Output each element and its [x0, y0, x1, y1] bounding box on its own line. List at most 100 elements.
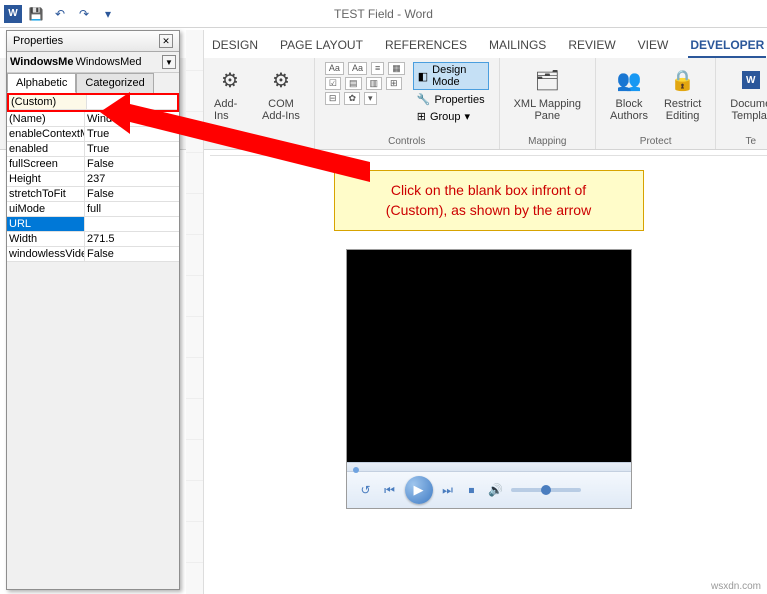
prop-value[interactable]: False — [85, 187, 179, 201]
tab-developer[interactable]: DEVELOPER — [688, 34, 766, 58]
com-addins-button[interactable]: ⚙ COM Add-Ins — [258, 62, 304, 124]
stop-icon[interactable]: ⏹ — [463, 481, 481, 499]
prop-value[interactable]: False — [85, 157, 179, 171]
properties-title: Properties — [13, 35, 63, 47]
watermark: wsxdn.com — [711, 581, 761, 592]
content-controls-row2[interactable]: ☑▤▥⊞ — [325, 77, 405, 90]
property-row[interactable]: fullScreenFalse — [7, 157, 179, 172]
redo-icon[interactable]: ↷ — [74, 4, 94, 24]
group-addins-label: Add-Ins — [240, 134, 274, 147]
object-selector[interactable]: WindowsMe WindowsMed ▼ — [7, 52, 179, 73]
volume-icon[interactable]: 🔊 — [487, 481, 505, 499]
tab-view[interactable]: VIEW — [636, 34, 671, 58]
prop-name: (Name) — [7, 112, 85, 126]
property-grid-highlighted: (Custom) — [7, 93, 179, 112]
addins-label: Add-Ins — [214, 98, 246, 122]
group-icon: ⊞ — [417, 110, 426, 123]
document-template-button[interactable]: W Docume Templat — [726, 62, 767, 124]
group-button[interactable]: ⊞Group ▾ — [413, 109, 489, 124]
property-row-url[interactable]: URL — [7, 217, 179, 232]
callout-line2: (Custom), as shown by the arrow — [351, 201, 627, 221]
prop-value[interactable] — [85, 217, 179, 231]
com-addins-label: COM Add-Ins — [262, 98, 300, 122]
property-row[interactable]: Height237 — [7, 172, 179, 187]
prop-value[interactable]: 237 — [85, 172, 179, 186]
tab-review[interactable]: REVIEW — [566, 34, 617, 58]
prop-name: windowlessVideo — [7, 247, 85, 261]
prop-name: enabled — [7, 142, 85, 156]
block-authors-label: Block Authors — [610, 98, 648, 122]
prop-name: uiMode — [7, 202, 85, 216]
prop-name: Width — [7, 232, 85, 246]
property-row[interactable]: enabledTrue — [7, 142, 179, 157]
chevron-down-icon[interactable]: ▼ — [162, 55, 176, 69]
vertical-ruler — [186, 30, 204, 594]
property-row[interactable]: uiModefull — [7, 202, 179, 217]
volume-slider[interactable] — [511, 488, 581, 492]
prop-value[interactable]: False — [85, 247, 179, 261]
property-grid: (Name)WindowsMedia enableContextMTrue en… — [7, 112, 179, 262]
xml-mapping-button[interactable]: 🗂 XML Mapping Pane — [510, 62, 585, 124]
prop-value[interactable]: True — [85, 127, 179, 141]
property-row[interactable]: (Name)WindowsMedia — [7, 112, 179, 127]
object-type: WindowsMed — [75, 56, 160, 68]
seek-bar[interactable] — [347, 462, 631, 472]
tab-page-layout[interactable]: PAGE LAYOUT — [278, 34, 365, 58]
close-icon[interactable]: ✕ — [159, 34, 173, 48]
next-icon[interactable]: ⏭ — [439, 481, 457, 499]
group-template: W Docume Templat Te — [716, 58, 767, 149]
document-title: TEST Field - Word — [334, 7, 433, 21]
undo-icon[interactable]: ↶ — [50, 4, 70, 24]
media-player-control[interactable]: ↺ ⏮ ▶ ⏭ ⏹ 🔊 — [346, 249, 632, 509]
restrict-editing-icon: 🔒 — [667, 64, 699, 96]
property-row[interactable]: Width271.5 — [7, 232, 179, 247]
restrict-editing-label: Restrict Editing — [664, 98, 701, 122]
qat-dropdown-icon[interactable]: ▾ — [98, 4, 118, 24]
prop-value[interactable] — [87, 95, 177, 109]
prop-name: (Custom) — [9, 95, 87, 109]
tab-mailings[interactable]: MAILINGS — [487, 34, 548, 58]
prop-value[interactable]: WindowsMedia — [85, 112, 179, 126]
restrict-editing-button[interactable]: 🔒 Restrict Editing — [660, 62, 705, 124]
title-bar: W 💾 ↶ ↷ ▾ TEST Field - Word — [0, 0, 767, 28]
tab-alphabetic[interactable]: Alphabetic — [7, 73, 76, 93]
properties-icon: 🔧 — [417, 93, 431, 106]
properties-tabs: Alphabetic Categorized — [7, 73, 179, 93]
property-row[interactable]: enableContextMTrue — [7, 127, 179, 142]
group-btn-label: Group — [430, 111, 461, 123]
prop-name: fullScreen — [7, 157, 85, 171]
block-authors-icon: 👥 — [613, 64, 645, 96]
group-template-label: Te — [745, 134, 756, 147]
addins-icon: ⚙ — [214, 64, 246, 96]
content-controls-row3[interactable]: ⊟✿▾ — [325, 92, 405, 105]
properties-panel: Properties ✕ WindowsMe WindowsMed ▼ Alph… — [6, 30, 180, 590]
prop-value[interactable]: full — [85, 202, 179, 216]
xml-mapping-label: XML Mapping Pane — [514, 98, 581, 122]
content-controls-row1[interactable]: AaAa≡▦ — [325, 62, 405, 75]
design-mode-button[interactable]: ◧Design Mode — [413, 62, 489, 90]
annotation-callout: Click on the blank box infront of (Custo… — [334, 170, 644, 231]
prop-value[interactable]: True — [85, 142, 179, 156]
property-row-custom[interactable]: (Custom) — [9, 95, 177, 110]
play-button[interactable]: ▶ — [405, 476, 433, 504]
video-area — [347, 250, 631, 462]
block-authors-button[interactable]: 👥 Block Authors — [606, 62, 652, 124]
shuffle-icon[interactable]: ↺ — [357, 481, 375, 499]
prop-value[interactable]: 271.5 — [85, 232, 179, 246]
prop-name: Height — [7, 172, 85, 186]
control-properties-button[interactable]: 🔧Properties — [413, 92, 489, 107]
prev-icon[interactable]: ⏮ — [381, 481, 399, 499]
group-addins: ⚙ Add-Ins ⚙ COM Add-Ins Add-Ins — [200, 58, 315, 149]
quick-access-toolbar: W 💾 ↶ ↷ ▾ — [0, 4, 118, 24]
tab-design[interactable]: DESIGN — [210, 34, 260, 58]
save-icon[interactable]: 💾 — [26, 4, 46, 24]
com-addins-icon: ⚙ — [265, 64, 297, 96]
document-template-icon: W — [735, 64, 767, 96]
property-row[interactable]: windowlessVideoFalse — [7, 247, 179, 262]
group-controls: AaAa≡▦ ☑▤▥⊞ ⊟✿▾ ◧Design Mode 🔧Properties… — [315, 58, 500, 149]
tab-references[interactable]: REFERENCES — [383, 34, 469, 58]
property-row[interactable]: stretchToFitFalse — [7, 187, 179, 202]
addins-button[interactable]: ⚙ Add-Ins — [210, 62, 250, 124]
prop-name: enableContextM — [7, 127, 85, 141]
tab-categorized[interactable]: Categorized — [76, 73, 153, 93]
